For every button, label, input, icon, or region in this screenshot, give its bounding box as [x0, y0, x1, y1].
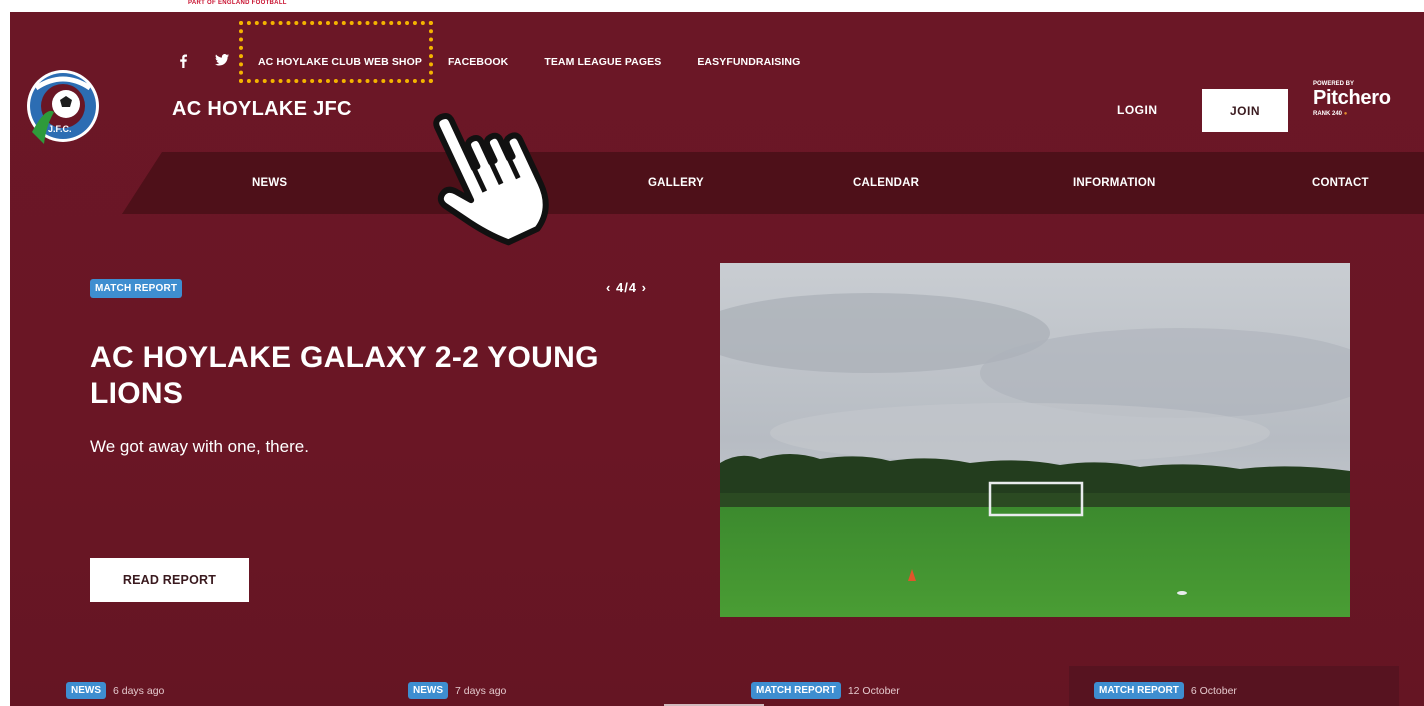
england-football-tagline: PART OF ENGLAND FOOTBALL [188, 0, 287, 6]
club-name[interactable]: AC HOYLAKE JFC [172, 98, 352, 121]
news-card-date: 7 days ago [455, 684, 507, 697]
nav-calendar[interactable]: CALENDAR [853, 177, 919, 189]
rank-row: RANK 240 ● [1313, 111, 1391, 117]
news-card[interactable]: NEWS 6 days ago [66, 682, 164, 699]
login-link[interactable]: LOGIN [1117, 103, 1158, 117]
news-card-badge: MATCH REPORT [751, 682, 841, 699]
nav-contact[interactable]: CONTACT [1312, 177, 1369, 189]
rank-label: RANK 240 [1313, 111, 1343, 117]
join-button[interactable]: JOIN [1202, 89, 1288, 132]
facebook-icon[interactable] [178, 54, 188, 68]
main-nav: NEWS GALLERY CALENDAR INFORMATION CONTAC… [122, 152, 1424, 214]
pointing-hand-cursor-icon [433, 112, 549, 246]
news-card-badge: MATCH REPORT [1094, 682, 1184, 699]
hero-category-badge[interactable]: MATCH REPORT [90, 279, 183, 298]
web-shop-highlight-box [239, 21, 433, 83]
news-card[interactable]: MATCH REPORT 12 October [751, 682, 900, 699]
nav-news[interactable]: NEWS [252, 177, 287, 189]
svg-text:J.F.C.: J.F.C. [48, 124, 72, 134]
hero-photo[interactable] [720, 263, 1350, 617]
hero-subtitle: We got away with one, there. [90, 437, 309, 456]
rank-badge-icon: ● [1343, 111, 1348, 117]
site-page: J.F.C. AC HOYLAKE CLUB WEB SHOP FACEBOOK… [10, 12, 1424, 706]
news-card-date: 6 days ago [113, 684, 165, 697]
nav-gallery[interactable]: GALLERY [648, 177, 704, 189]
news-card[interactable]: MATCH REPORT 6 October [1094, 682, 1237, 699]
pager-prev-icon[interactable]: ‹ [606, 280, 611, 295]
read-report-button[interactable]: READ REPORT [90, 558, 249, 602]
hero-pager: ‹ 4/4 › [606, 280, 647, 295]
pager-next-icon[interactable]: › [642, 280, 647, 295]
team-league-pages-link[interactable]: TEAM LEAGUE PAGES [544, 56, 661, 68]
easyfundraising-link[interactable]: EASYFUNDRAISING [697, 56, 800, 68]
pager-count: 4/4 [615, 280, 638, 295]
pitchero-brand: Pitchero [1313, 87, 1391, 109]
news-card-badge: NEWS [66, 682, 106, 699]
facebook-link[interactable]: FACEBOOK [448, 56, 508, 68]
top-strip: PART OF ENGLAND FOOTBALL [0, 0, 1424, 12]
nav-information[interactable]: INFORMATION [1073, 177, 1155, 189]
news-card[interactable]: NEWS 7 days ago [408, 682, 506, 699]
twitter-icon[interactable] [215, 54, 229, 66]
hero-title[interactable]: AC HOYLAKE GALAXY 2-2 YOUNG LIONS [90, 340, 690, 412]
news-card-date: 6 October [1190, 684, 1237, 697]
club-crest-logo[interactable]: J.F.C. [24, 66, 102, 152]
pitchero-badge[interactable]: POWERED BY Pitchero RANK 240 ● [1313, 81, 1391, 117]
news-card-badge: NEWS [408, 682, 448, 699]
news-card-date: 12 October [847, 684, 900, 697]
